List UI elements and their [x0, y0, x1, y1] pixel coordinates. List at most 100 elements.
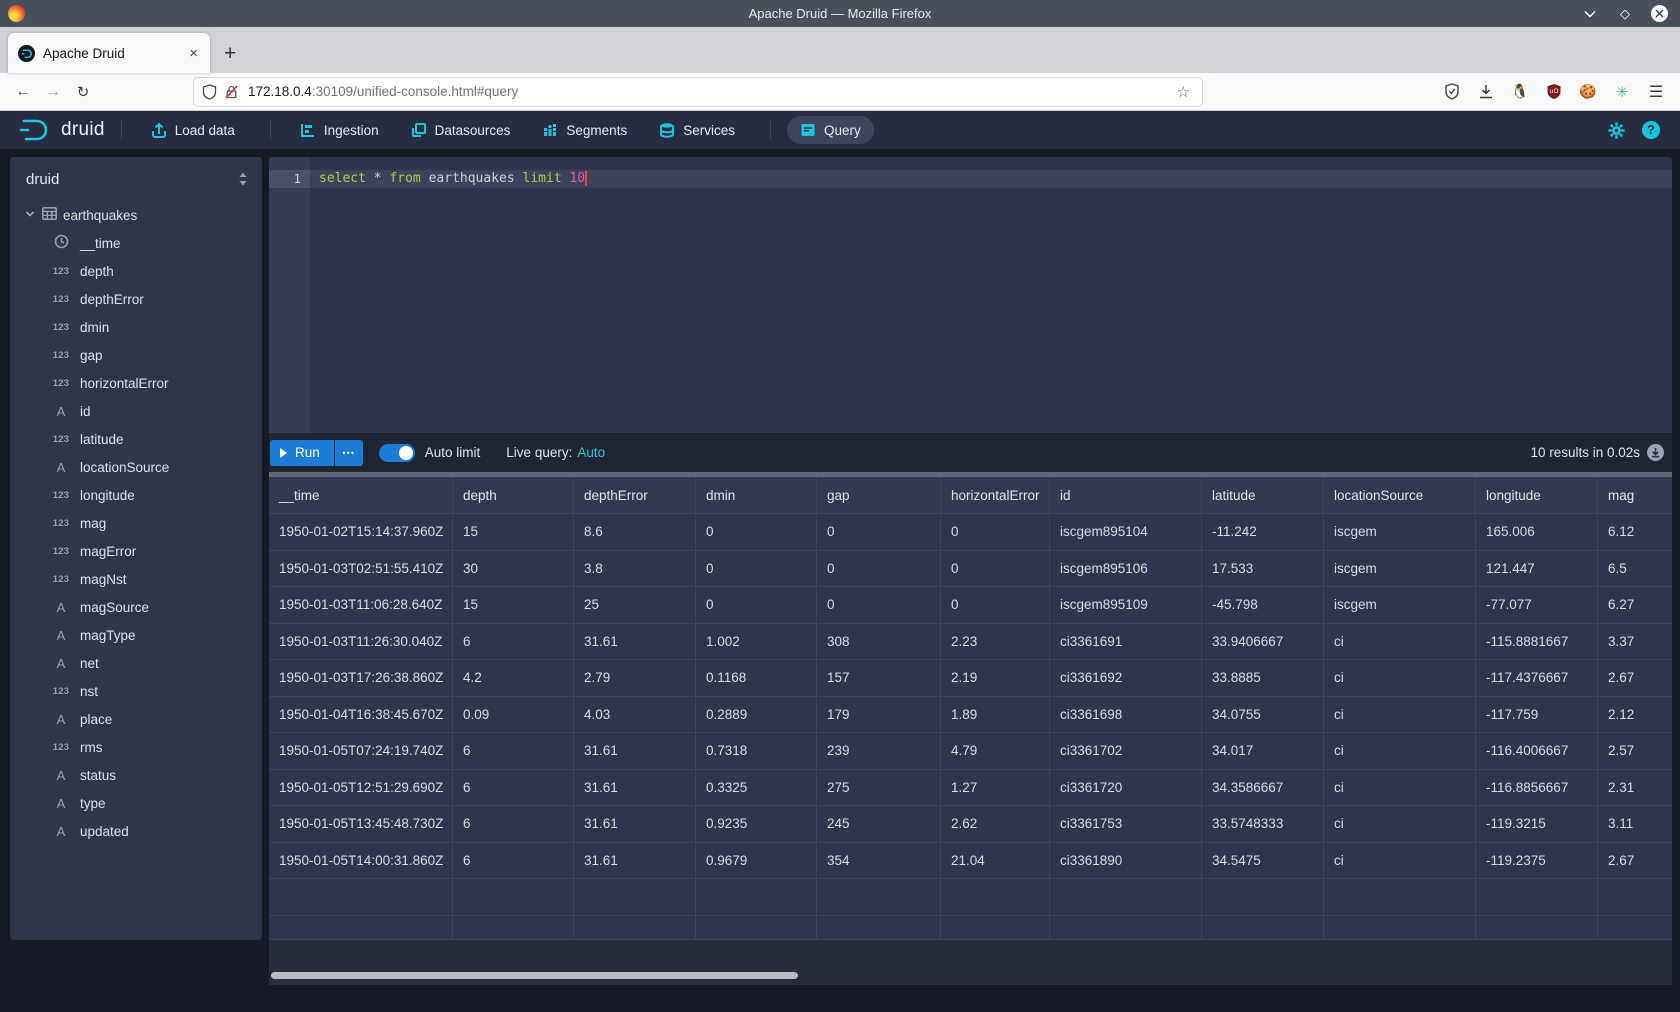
results-cell-r6-latitude[interactable]: 34.0755	[1202, 697, 1324, 734]
results-cell-r5-horizontalError[interactable]: 2.19	[941, 660, 1050, 697]
results-cell-r8-dmin[interactable]: 0.3325	[696, 770, 817, 807]
results-cell-r2-locationSource[interactable]: iscgem	[1324, 551, 1476, 588]
results-cell-r4-mag[interactable]: 3.37	[1598, 624, 1672, 661]
results-cell-r7-latitude[interactable]: 34.017	[1202, 733, 1324, 770]
editor-code-area[interactable]: select * from earthquakes limit 10	[310, 157, 1672, 433]
results-cell-r3-depthError[interactable]: 25	[574, 587, 696, 624]
tree-column-depthError[interactable]: 123depthError	[10, 285, 262, 313]
results-cell-r3-mag[interactable]: 6.27	[1598, 587, 1672, 624]
results-cell-r8-locationSource[interactable]: ci	[1324, 770, 1476, 807]
results-cell-r10-dmin[interactable]: 0.9679	[696, 843, 817, 880]
results-cell-r6-mag[interactable]: 2.12	[1598, 697, 1672, 734]
back-icon[interactable]: ←	[8, 83, 38, 101]
results-cell-r9-mag[interactable]: 3.11	[1598, 806, 1672, 843]
results-cell-r8-id[interactable]: ci3361720	[1050, 770, 1202, 807]
run-button[interactable]: Run	[270, 440, 334, 466]
results-cell-r5-id[interactable]: ci3361692	[1050, 660, 1202, 697]
tree-column-magNst[interactable]: 123magNst	[10, 565, 262, 593]
results-cell-r6-horizontalError[interactable]: 1.89	[941, 697, 1050, 734]
results-cell-r8-depth[interactable]: 6	[453, 770, 574, 807]
tree-column-nst[interactable]: 123nst	[10, 677, 262, 705]
results-cell-r8-depthError[interactable]: 31.61	[574, 770, 696, 807]
results-cell-r7-gap[interactable]: 239	[817, 733, 941, 770]
results-cell-r5-locationSource[interactable]: ci	[1324, 660, 1476, 697]
results-cell-r10-horizontalError[interactable]: 21.04	[941, 843, 1050, 880]
results-cell-r10-longitude[interactable]: -119.2375	[1476, 843, 1598, 880]
results-cell-r6-gap[interactable]: 179	[817, 697, 941, 734]
results-cell-r9-__time[interactable]: 1950-01-05T13:45:48.730Z	[269, 806, 453, 843]
results-cell-r4-latitude[interactable]: 33.9406667	[1202, 624, 1324, 661]
results-cell-r9-horizontalError[interactable]: 2.62	[941, 806, 1050, 843]
reload-icon[interactable]: ↻	[68, 83, 98, 101]
results-cell-r8-latitude[interactable]: 34.3586667	[1202, 770, 1324, 807]
extension-cookie-icon[interactable]: 🍪	[1578, 82, 1598, 102]
results-cell-r5-longitude[interactable]: -117.4376667	[1476, 660, 1598, 697]
tree-column-magType[interactable]: AmagType	[10, 621, 262, 649]
results-cell-r4-horizontalError[interactable]: 2.23	[941, 624, 1050, 661]
results-header-gap[interactable]: gap	[817, 477, 941, 514]
results-cell-r2-longitude[interactable]: 121.447	[1476, 551, 1598, 588]
results-cell-r4-dmin[interactable]: 1.002	[696, 624, 817, 661]
settings-gear-icon[interactable]	[1607, 121, 1626, 140]
results-cell-r3-id[interactable]: iscgem895109	[1050, 587, 1202, 624]
results-cell-r1-dmin[interactable]: 0	[696, 514, 817, 551]
sql-editor[interactable]: 1 select * from earthquakes limit 10	[269, 157, 1672, 433]
results-cell-r10-mag[interactable]: 2.67	[1598, 843, 1672, 880]
results-cell-r9-locationSource[interactable]: ci	[1324, 806, 1476, 843]
results-header-__time[interactable]: __time	[269, 477, 453, 514]
tree-column-rms[interactable]: 123rms	[10, 733, 262, 761]
tree-column-magError[interactable]: 123magError	[10, 537, 262, 565]
results-cell-r6-depthError[interactable]: 4.03	[574, 697, 696, 734]
results-cell-r8-__time[interactable]: 1950-01-05T12:51:29.690Z	[269, 770, 453, 807]
query-text-line[interactable]: select * from earthquakes limit 10	[310, 170, 1672, 188]
window-close-icon[interactable]	[1651, 5, 1668, 22]
results-cell-r5-gap[interactable]: 157	[817, 660, 941, 697]
browser-tab[interactable]: Apache Druid ×	[8, 33, 210, 73]
tree-column-status[interactable]: Astatus	[10, 761, 262, 789]
results-cell-r1-horizontalError[interactable]: 0	[941, 514, 1050, 551]
results-cell-r6-longitude[interactable]: -117.759	[1476, 697, 1598, 734]
results-cell-r3-gap[interactable]: 0	[817, 587, 941, 624]
tree-column-gap[interactable]: 123gap	[10, 341, 262, 369]
results-cell-r6-id[interactable]: ci3361698	[1050, 697, 1202, 734]
results-cell-r8-mag[interactable]: 2.31	[1598, 770, 1672, 807]
results-cell-r7-__time[interactable]: 1950-01-05T07:24:19.740Z	[269, 733, 453, 770]
results-header-horizontalError[interactable]: horizontalError	[941, 477, 1050, 514]
results-cell-r4-gap[interactable]: 308	[817, 624, 941, 661]
results-cell-r5-mag[interactable]: 2.67	[1598, 660, 1672, 697]
results-cell-r8-horizontalError[interactable]: 1.27	[941, 770, 1050, 807]
nav-item-services[interactable]: Services	[646, 116, 748, 144]
tree-column-place[interactable]: Aplace	[10, 705, 262, 733]
ublock-origin-icon[interactable]: uO	[1544, 82, 1564, 102]
results-cell-r7-id[interactable]: ci3361702	[1050, 733, 1202, 770]
results-cell-r10-depthError[interactable]: 31.61	[574, 843, 696, 880]
insecure-lock-icon[interactable]	[224, 84, 239, 100]
results-cell-r9-depthError[interactable]: 31.61	[574, 806, 696, 843]
tracking-shield-icon[interactable]	[202, 84, 217, 100]
results-cell-r1-depth[interactable]: 15	[453, 514, 574, 551]
results-cell-r2-__time[interactable]: 1950-01-03T02:51:55.410Z	[269, 551, 453, 588]
results-cell-r3-longitude[interactable]: -77.077	[1476, 587, 1598, 624]
results-cell-r1-longitude[interactable]: 165.006	[1476, 514, 1598, 551]
tree-column-horizontalError[interactable]: 123horizontalError	[10, 369, 262, 397]
results-cell-r2-latitude[interactable]: 17.533	[1202, 551, 1324, 588]
results-header-mag[interactable]: mag	[1598, 477, 1672, 514]
results-cell-r2-mag[interactable]: 6.5	[1598, 551, 1672, 588]
tree-column-updated[interactable]: Aupdated	[10, 817, 262, 845]
results-cell-r5-dmin[interactable]: 0.1168	[696, 660, 817, 697]
results-cell-r1-id[interactable]: iscgem895104	[1050, 514, 1202, 551]
extension-asterisk-icon[interactable]: ✳	[1612, 82, 1632, 102]
druid-brand[interactable]: druid	[18, 117, 105, 143]
window-minimize-icon[interactable]	[1581, 5, 1599, 23]
results-cell-r10-latitude[interactable]: 34.5475	[1202, 843, 1324, 880]
url-text[interactable]: 172.18.0.4:30109/unified-console.html#qu…	[248, 84, 1173, 99]
tree-column-locationSource[interactable]: AlocationSource	[10, 453, 262, 481]
results-cell-r7-depthError[interactable]: 31.61	[574, 733, 696, 770]
results-cell-r9-id[interactable]: ci3361753	[1050, 806, 1202, 843]
results-cell-r7-depth[interactable]: 6	[453, 733, 574, 770]
results-header-locationSource[interactable]: locationSource	[1324, 477, 1476, 514]
tree-column-id[interactable]: Aid	[10, 397, 262, 425]
results-cell-r3-latitude[interactable]: -45.798	[1202, 587, 1324, 624]
double-caret-vertical-icon[interactable]	[236, 171, 250, 187]
tree-column-__time[interactable]: __time	[10, 229, 262, 257]
